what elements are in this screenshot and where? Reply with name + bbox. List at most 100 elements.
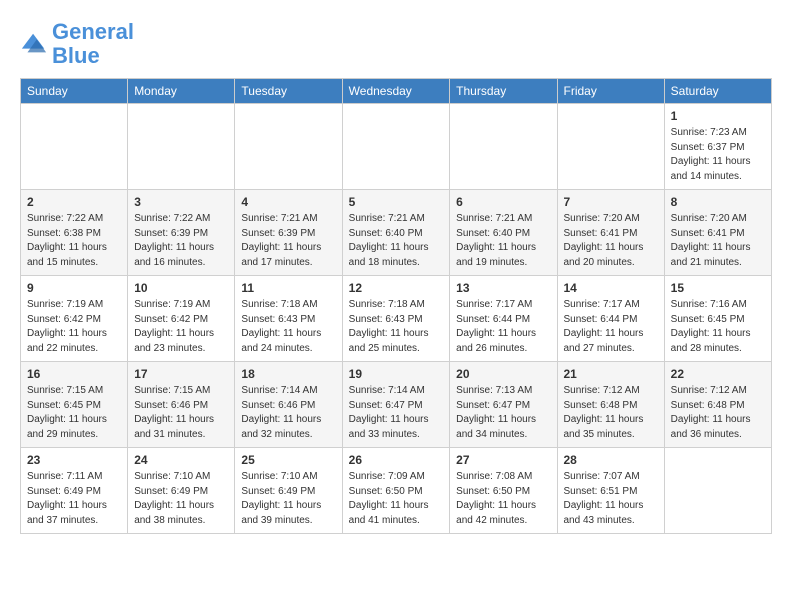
day-number: 4	[241, 195, 335, 209]
day-info: Sunrise: 7:17 AMSunset: 6:44 PMDaylight:…	[564, 298, 658, 356]
calendar-body: 1 Sunrise: 7:23 AMSunset: 6:37 PMDaylight…	[21, 104, 772, 534]
day-number: 10	[134, 281, 228, 295]
calendar-cell: 26Sunrise: 7:09 AMSunset: 6:50 PMDayligh…	[342, 448, 450, 534]
day-info: Sunrise: 7:15 AMSunset: 6:45 PMDaylight:…	[27, 384, 121, 442]
day-info: Sunrise: 7:14 AMSunset: 6:46 PMDaylight:…	[241, 384, 335, 442]
page-header: General Blue	[20, 20, 772, 68]
weekday-header-tuesday: Tuesday	[235, 79, 342, 104]
weekday-header-wednesday: Wednesday	[342, 79, 450, 104]
day-number: 14	[564, 281, 658, 295]
calendar-cell: 12 Sunrise: 7:18 AMSunset: 6:43 PMDayligh…	[342, 276, 450, 362]
calendar-cell: 22 Sunrise: 7:12 AMSunset: 6:48 PMDayligh…	[664, 362, 771, 448]
calendar-week-1: 1 Sunrise: 7:23 AMSunset: 6:37 PMDaylight…	[21, 104, 772, 190]
day-number: 5	[349, 195, 444, 209]
day-info: Sunrise: 7:21 AMSunset: 6:40 PMDaylight:…	[349, 212, 444, 270]
weekday-header-saturday: Saturday	[664, 79, 771, 104]
calendar-cell: 13 Sunrise: 7:17 AMSunset: 6:44 PMDayligh…	[450, 276, 557, 362]
day-info: Sunrise: 7:12 AMSunset: 6:48 PMDaylight:…	[671, 384, 765, 442]
calendar-cell: 2 Sunrise: 7:22 AMSunset: 6:38 PMDaylight…	[21, 190, 128, 276]
day-info: Sunrise: 7:19 AMSunset: 6:42 PMDaylight:…	[134, 298, 228, 356]
calendar-cell	[450, 104, 557, 190]
day-info: Sunrise: 7:07 AMSunset: 6:51 PMDaylight:…	[564, 470, 658, 528]
calendar-header-row: SundayMondayTuesdayWednesdayThursdayFrid…	[21, 79, 772, 104]
calendar-cell: 15 Sunrise: 7:16 AMSunset: 6:45 PMDayligh…	[664, 276, 771, 362]
calendar-cell: 3 Sunrise: 7:22 AMSunset: 6:39 PMDaylight…	[128, 190, 235, 276]
day-number: 18	[241, 367, 335, 381]
weekday-header-thursday: Thursday	[450, 79, 557, 104]
weekday-header-sunday: Sunday	[21, 79, 128, 104]
day-info: Sunrise: 7:22 AMSunset: 6:38 PMDaylight:…	[27, 212, 121, 270]
calendar-cell	[664, 448, 771, 534]
calendar-week-4: 16 Sunrise: 7:15 AMSunset: 6:45 PMDayligh…	[21, 362, 772, 448]
day-number: 25	[241, 453, 335, 467]
calendar-cell: 6Sunrise: 7:21 AMSunset: 6:40 PMDaylight…	[450, 190, 557, 276]
calendar-week-2: 2 Sunrise: 7:22 AMSunset: 6:38 PMDaylight…	[21, 190, 772, 276]
calendar-cell	[21, 104, 128, 190]
logo-text: General Blue	[52, 20, 134, 68]
calendar-cell: 16 Sunrise: 7:15 AMSunset: 6:45 PMDayligh…	[21, 362, 128, 448]
calendar-cell: 14 Sunrise: 7:17 AMSunset: 6:44 PMDayligh…	[557, 276, 664, 362]
day-number: 3	[134, 195, 228, 209]
day-number: 15	[671, 281, 765, 295]
day-number: 24	[134, 453, 228, 467]
calendar-cell: 20 Sunrise: 7:13 AMSunset: 6:47 PMDayligh…	[450, 362, 557, 448]
calendar-cell: 27Sunrise: 7:08 AMSunset: 6:50 PMDayligh…	[450, 448, 557, 534]
calendar-cell: 7 Sunrise: 7:20 AMSunset: 6:41 PMDaylight…	[557, 190, 664, 276]
day-info: Sunrise: 7:16 AMSunset: 6:45 PMDaylight:…	[671, 298, 765, 356]
calendar-cell: 4 Sunrise: 7:21 AMSunset: 6:39 PMDaylight…	[235, 190, 342, 276]
day-info: Sunrise: 7:20 AMSunset: 6:41 PMDaylight:…	[564, 212, 658, 270]
logo-icon	[20, 30, 48, 58]
day-number: 26	[349, 453, 444, 467]
day-number: 1	[671, 109, 765, 123]
calendar-cell	[235, 104, 342, 190]
calendar-cell: 23 Sunrise: 7:11 AMSunset: 6:49 PMDayligh…	[21, 448, 128, 534]
day-info: Sunrise: 7:14 AMSunset: 6:47 PMDaylight:…	[349, 384, 444, 442]
day-number: 11	[241, 281, 335, 295]
day-number: 7	[564, 195, 658, 209]
day-info: Sunrise: 7:18 AMSunset: 6:43 PMDaylight:…	[349, 298, 444, 356]
calendar-week-5: 23 Sunrise: 7:11 AMSunset: 6:49 PMDayligh…	[21, 448, 772, 534]
day-number: 12	[349, 281, 444, 295]
day-info: Sunrise: 7:19 AMSunset: 6:42 PMDaylight:…	[27, 298, 121, 356]
day-number: 19	[349, 367, 444, 381]
day-info: Sunrise: 7:11 AMSunset: 6:49 PMDaylight:…	[27, 470, 121, 528]
calendar-cell: 24 Sunrise: 7:10 AMSunset: 6:49 PMDayligh…	[128, 448, 235, 534]
logo: General Blue	[20, 20, 134, 68]
day-number: 17	[134, 367, 228, 381]
calendar-cell: 28Sunrise: 7:07 AMSunset: 6:51 PMDayligh…	[557, 448, 664, 534]
day-info: Sunrise: 7:13 AMSunset: 6:47 PMDaylight:…	[456, 384, 550, 442]
calendar-cell: 9 Sunrise: 7:19 AMSunset: 6:42 PMDaylight…	[21, 276, 128, 362]
day-info: Sunrise: 7:23 AMSunset: 6:37 PMDaylight:…	[671, 126, 765, 184]
calendar-cell: 17 Sunrise: 7:15 AMSunset: 6:46 PMDayligh…	[128, 362, 235, 448]
day-number: 23	[27, 453, 121, 467]
calendar-cell: 18 Sunrise: 7:14 AMSunset: 6:46 PMDayligh…	[235, 362, 342, 448]
calendar-cell: 11 Sunrise: 7:18 AMSunset: 6:43 PMDayligh…	[235, 276, 342, 362]
day-number: 9	[27, 281, 121, 295]
day-number: 13	[456, 281, 550, 295]
calendar-cell: 25 Sunrise: 7:10 AMSunset: 6:49 PMDayligh…	[235, 448, 342, 534]
calendar-cell: 10 Sunrise: 7:19 AMSunset: 6:42 PMDayligh…	[128, 276, 235, 362]
day-info: Sunrise: 7:20 AMSunset: 6:41 PMDaylight:…	[671, 212, 765, 270]
day-info: Sunrise: 7:21 AMSunset: 6:39 PMDaylight:…	[241, 212, 335, 270]
calendar-cell: 19 Sunrise: 7:14 AMSunset: 6:47 PMDayligh…	[342, 362, 450, 448]
day-number: 20	[456, 367, 550, 381]
day-info: Sunrise: 7:10 AMSunset: 6:49 PMDaylight:…	[241, 470, 335, 528]
day-info: Sunrise: 7:10 AMSunset: 6:49 PMDaylight:…	[134, 470, 228, 528]
day-info: Sunrise: 7:12 AMSunset: 6:48 PMDaylight:…	[564, 384, 658, 442]
day-info: Sunrise: 7:15 AMSunset: 6:46 PMDaylight:…	[134, 384, 228, 442]
calendar-cell	[128, 104, 235, 190]
day-number: 2	[27, 195, 121, 209]
day-info: Sunrise: 7:18 AMSunset: 6:43 PMDaylight:…	[241, 298, 335, 356]
day-info: Sunrise: 7:17 AMSunset: 6:44 PMDaylight:…	[456, 298, 550, 356]
calendar-cell	[557, 104, 664, 190]
day-number: 8	[671, 195, 765, 209]
day-info: Sunrise: 7:22 AMSunset: 6:39 PMDaylight:…	[134, 212, 228, 270]
day-number: 16	[27, 367, 121, 381]
calendar-cell: 8 Sunrise: 7:20 AMSunset: 6:41 PMDaylight…	[664, 190, 771, 276]
weekday-header-friday: Friday	[557, 79, 664, 104]
day-info: Sunrise: 7:21 AMSunset: 6:40 PMDaylight:…	[456, 212, 550, 270]
calendar-table: SundayMondayTuesdayWednesdayThursdayFrid…	[20, 78, 772, 534]
calendar-cell: 5 Sunrise: 7:21 AMSunset: 6:40 PMDaylight…	[342, 190, 450, 276]
calendar-cell: 1 Sunrise: 7:23 AMSunset: 6:37 PMDaylight…	[664, 104, 771, 190]
day-number: 22	[671, 367, 765, 381]
